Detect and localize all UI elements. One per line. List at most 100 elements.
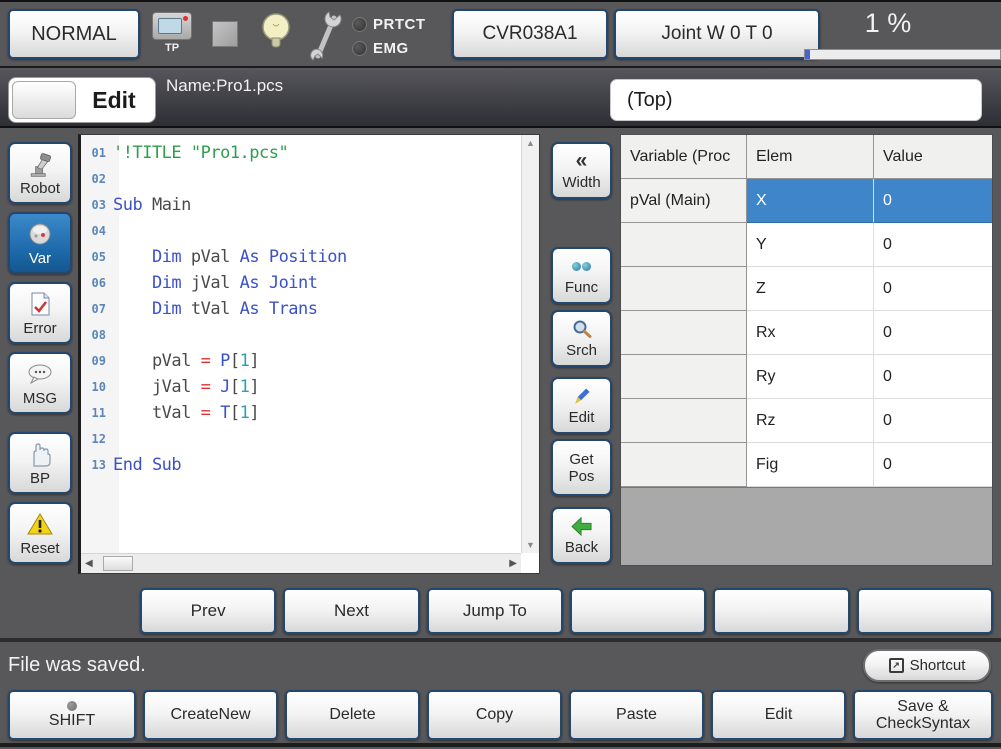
joint-mode-button[interactable]: Joint W 0 T 0 (614, 9, 820, 59)
create-new-button[interactable]: CreateNew (143, 690, 278, 740)
code-line[interactable]: 03Sub Main (81, 192, 521, 218)
emg-led-icon (352, 41, 367, 56)
code-line[interactable]: 12 (81, 426, 521, 452)
variable-name-cell[interactable] (621, 223, 747, 267)
elem-cell[interactable]: Z (747, 267, 874, 311)
column-header-value[interactable]: Value (874, 135, 992, 179)
emg-label: EMG (373, 40, 409, 57)
srch-button[interactable]: Srch (551, 310, 612, 367)
shift-button[interactable]: SHIFT (8, 690, 136, 740)
robot-type-button[interactable]: CVR038A1 (452, 9, 608, 59)
elem-cell[interactable]: Rz (747, 399, 874, 443)
prtct-led-icon (352, 17, 367, 32)
sidebar-item-robot[interactable]: Robot (8, 142, 72, 204)
value-cell[interactable]: 0 (874, 223, 992, 267)
sidebar-item-msg[interactable]: MSG (8, 352, 72, 414)
message-icon (26, 360, 54, 388)
nav-button-empty-5[interactable] (857, 588, 993, 634)
table-row[interactable]: Ry0 (621, 355, 992, 399)
horizontal-scrollbar[interactable]: ◀ ▶ (81, 553, 521, 573)
code-line[interactable]: 10 jVal = J[1] (81, 374, 521, 400)
code-line[interactable]: 07 Dim tVal As Trans (81, 296, 521, 322)
table-row[interactable]: pVal (Main)X0 (621, 179, 992, 223)
code-line[interactable]: 01'!TITLE "Pro1.pcs" (81, 140, 521, 166)
code-text: pVal = P[1] (113, 351, 259, 371)
table-row[interactable]: Y0 (621, 223, 992, 267)
table-row[interactable]: Rz0 (621, 399, 992, 443)
paste-button[interactable]: Paste (569, 690, 704, 740)
mode-button[interactable]: NORMAL (8, 9, 140, 59)
delete-button[interactable]: Delete (285, 690, 420, 740)
tab-blank-segment[interactable] (12, 81, 76, 119)
nav-button-empty-3[interactable] (570, 588, 706, 634)
copy-button[interactable]: Copy (427, 690, 562, 740)
sidebar-item-reset[interactable]: Reset (8, 502, 72, 564)
variable-name-cell[interactable] (621, 311, 747, 355)
value-cell[interactable]: 0 (874, 399, 992, 443)
back-button[interactable]: Back (551, 507, 612, 564)
elem-cell[interactable]: Fig (747, 443, 874, 487)
value-cell[interactable]: 0 (874, 355, 992, 399)
value-cell[interactable]: 0 (874, 179, 992, 223)
variable-name-cell[interactable] (621, 267, 747, 311)
edit-button[interactable]: Edit (711, 690, 846, 740)
nav-button-prev[interactable]: Prev (140, 588, 276, 634)
scroll-up-icon[interactable]: ▲ (522, 138, 539, 148)
code-line[interactable]: 02 (81, 166, 521, 192)
code-line[interactable]: 05 Dim pVal As Position (81, 244, 521, 270)
vertical-scrollbar[interactable]: ▲ ▼ (521, 135, 539, 553)
program-scope-field[interactable]: (Top) (610, 79, 982, 121)
code-text: Dim jVal As Joint (113, 273, 318, 293)
value-cell[interactable]: 0 (874, 443, 992, 487)
variable-name-cell[interactable] (621, 443, 747, 487)
elem-cell[interactable]: Y (747, 223, 874, 267)
back-arrow-icon (570, 515, 594, 537)
column-header-elem[interactable]: Elem (747, 135, 874, 179)
nav-button-jump-to[interactable]: Jump To (427, 588, 563, 634)
variable-name-cell[interactable]: pVal (Main) (621, 179, 747, 223)
save-checksyntax-button[interactable]: Save & CheckSyntax (853, 690, 993, 740)
variable-name-cell[interactable] (621, 355, 747, 399)
func-button[interactable]: Func (551, 247, 612, 304)
variable-name-cell[interactable] (621, 399, 747, 443)
code-line[interactable]: 11 tVal = T[1] (81, 400, 521, 426)
code-text: '!TITLE "Pro1.pcs" (113, 143, 288, 163)
shortcut-button[interactable]: ↗ Shortcut (863, 649, 991, 682)
code-line[interactable]: 09 pVal = P[1] (81, 348, 521, 374)
value-cell[interactable]: 0 (874, 267, 992, 311)
sidebar-item-var[interactable]: Var (8, 212, 72, 274)
table-row[interactable]: Rx0 (621, 311, 992, 355)
nav-row: PrevNextJump To (0, 585, 1001, 642)
code-text: End Sub (113, 455, 181, 475)
elem-cell[interactable]: X (747, 179, 874, 223)
table-row[interactable]: Z0 (621, 267, 992, 311)
sidebar-item-bp[interactable]: BP (8, 432, 72, 494)
edit-tab[interactable]: Edit (8, 77, 156, 123)
edit-tool-button[interactable]: Edit (551, 377, 612, 434)
code-line[interactable]: 06 Dim jVal As Joint (81, 270, 521, 296)
width-button[interactable]: « Width (551, 142, 612, 199)
safety-indicators: PRTCT EMG (352, 12, 426, 60)
nav-button-next[interactable]: Next (283, 588, 419, 634)
table-row[interactable]: Fig0 (621, 443, 992, 487)
nav-button-empty-4[interactable] (713, 588, 849, 634)
code-line[interactable]: 08 (81, 322, 521, 348)
code-editor[interactable]: 01'!TITLE "Pro1.pcs"0203Sub Main0405 Dim… (78, 134, 540, 574)
open-window-icon: ↗ (889, 658, 904, 673)
get-pos-button[interactable]: Get Pos (551, 439, 612, 496)
column-header-variable[interactable]: Variable (Proc (621, 135, 747, 179)
value-cell[interactable]: 0 (874, 311, 992, 355)
sidebar-item-label: Robot (20, 180, 60, 197)
sidebar-item-error[interactable]: Error (8, 282, 72, 344)
code-text: jVal = J[1] (113, 377, 259, 397)
scroll-down-icon[interactable]: ▼ (522, 540, 539, 550)
scroll-right-icon[interactable]: ▶ (509, 558, 517, 569)
elem-cell[interactable]: Ry (747, 355, 874, 399)
code-text: Sub Main (113, 195, 191, 215)
code-line[interactable]: 13End Sub (81, 452, 521, 478)
elem-cell[interactable]: Rx (747, 311, 874, 355)
speed-progress-bar (804, 49, 1001, 60)
scrollbar-thumb[interactable] (103, 556, 133, 571)
code-line[interactable]: 04 (81, 218, 521, 244)
scroll-left-icon[interactable]: ◀ (85, 558, 93, 569)
